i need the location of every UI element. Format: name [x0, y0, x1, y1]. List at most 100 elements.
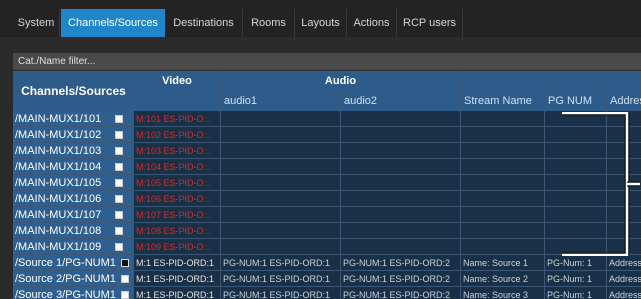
stream-name-cell[interactable]: [461, 207, 545, 223]
audio-header[interactable]: Audio: [221, 71, 461, 91]
tab-layouts[interactable]: Layouts: [295, 9, 347, 37]
audio1-cell[interactable]: [221, 143, 341, 159]
table-row[interactable]: /Source 2/PG-NUM1 M:1 ES-PID-ORD:1 PG-NUM:…: [13, 271, 641, 287]
audio1-cell[interactable]: [221, 111, 341, 127]
video-cell[interactable]: M:105 ES-PID-O...: [134, 175, 221, 191]
channel-name-cell[interactable]: /Source 3/PG-NUM1: [13, 287, 134, 299]
audio2-cell[interactable]: [341, 191, 461, 207]
row-select-checkbox[interactable]: [115, 179, 123, 187]
audio1-cell[interactable]: PG-NUM:1 ES-PID-ORD:1: [221, 287, 341, 299]
stream-name-cell[interactable]: Name: Source 1: [461, 255, 545, 271]
row-select-checkbox[interactable]: [115, 163, 123, 171]
video-cell[interactable]: M:1 ES-PID-ORD:1: [134, 271, 221, 287]
pg-num-cell[interactable]: [545, 239, 607, 255]
channel-name-cell[interactable]: /MAIN-MUX1/107: [13, 207, 134, 223]
audio2-cell[interactable]: [341, 159, 461, 175]
audio1-cell[interactable]: [221, 127, 341, 143]
pg-num-cell[interactable]: [545, 207, 607, 223]
audio1-cell[interactable]: PG-NUM:1 ES-PID-ORD:1: [221, 271, 341, 287]
table-row[interactable]: /MAIN-MUX1/109 M:109 ES-PID-O...: [13, 239, 641, 255]
stream-name-cell[interactable]: [461, 159, 545, 175]
video-cell[interactable]: M:1 ES-PID-ORD:1: [134, 255, 221, 271]
address-cell[interactable]: [607, 191, 641, 207]
stream-name-cell[interactable]: [461, 175, 545, 191]
pg-num-cell[interactable]: [545, 191, 607, 207]
row-select-checkbox[interactable]: [115, 227, 123, 235]
channel-name-cell[interactable]: /MAIN-MUX1/106: [13, 191, 134, 207]
audio2-cell[interactable]: [341, 223, 461, 239]
stream-name-cell[interactable]: [461, 143, 545, 159]
address-cell[interactable]: [607, 175, 641, 191]
stream-name-cell[interactable]: Name: Source 3: [461, 287, 545, 299]
name-filter-input[interactable]: Cat./Name filter...: [13, 53, 641, 70]
audio2-cell[interactable]: [341, 207, 461, 223]
video-cell[interactable]: M:106 ES-PID-O...: [134, 191, 221, 207]
audio2-cell[interactable]: PG-NUM:1 ES-PID-ORD:2: [341, 255, 461, 271]
pg-num-cell[interactable]: [545, 111, 607, 127]
table-row[interactable]: /MAIN-MUX1/105 M:105 ES-PID-O...: [13, 175, 641, 191]
table-row[interactable]: /Source 1/PG-NUM1 M:1 ES-PID-ORD:1 PG-NUM:…: [13, 255, 641, 271]
stream-name-cell[interactable]: [461, 191, 545, 207]
row-select-checkbox[interactable]: [115, 195, 123, 203]
audio2-header[interactable]: audio2: [341, 91, 461, 111]
tab-destinations[interactable]: Destinations: [165, 9, 243, 37]
address-cell[interactable]: [607, 223, 641, 239]
address-cell[interactable]: [607, 159, 641, 175]
audio1-cell[interactable]: [221, 239, 341, 255]
table-row[interactable]: /MAIN-MUX1/102 M:102 ES-PID-O...: [13, 127, 641, 143]
table-row[interactable]: /MAIN-MUX1/106 M:106 ES-PID-O...: [13, 191, 641, 207]
address-cell[interactable]: [607, 239, 641, 255]
audio2-cell[interactable]: [341, 175, 461, 191]
audio1-cell[interactable]: [221, 207, 341, 223]
stream-name-cell[interactable]: [461, 127, 545, 143]
video-header[interactable]: Video: [134, 71, 221, 91]
address-cell[interactable]: Address: [607, 271, 641, 287]
stream-name-header[interactable]: Stream Name: [461, 91, 545, 111]
audio1-cell[interactable]: [221, 191, 341, 207]
video-cell[interactable]: M:102 ES-PID-O...: [134, 127, 221, 143]
pg-num-cell[interactable]: [545, 159, 607, 175]
audio1-cell[interactable]: [221, 223, 341, 239]
video-cell[interactable]: M:108 ES-PID-O...: [134, 223, 221, 239]
video-cell[interactable]: M:101 ES-PID-O...: [134, 111, 221, 127]
table-row[interactable]: /MAIN-MUX1/107 M:107 ES-PID-O...: [13, 207, 641, 223]
audio2-cell[interactable]: PG-NUM:1 ES-PID-ORD:2: [341, 287, 461, 299]
stream-name-cell[interactable]: [461, 111, 545, 127]
pg-num-cell[interactable]: [545, 223, 607, 239]
tab-actions[interactable]: Actions: [347, 9, 397, 37]
row-select-checkbox[interactable]: [121, 291, 129, 299]
table-row[interactable]: /MAIN-MUX1/108 M:108 ES-PID-O...: [13, 223, 641, 239]
row-select-checkbox[interactable]: [115, 147, 123, 155]
address-cell[interactable]: [607, 111, 641, 127]
row-select-checkbox[interactable]: [115, 211, 123, 219]
audio2-cell[interactable]: [341, 127, 461, 143]
audio2-cell[interactable]: [341, 111, 461, 127]
tab-channels-sources[interactable]: Channels/Sources: [61, 9, 165, 37]
row-select-checkbox[interactable]: [121, 275, 129, 283]
address-cell[interactable]: [607, 143, 641, 159]
row-select-checkbox[interactable]: [115, 115, 123, 123]
video-cell[interactable]: M:109 ES-PID-O...: [134, 239, 221, 255]
audio2-cell[interactable]: [341, 239, 461, 255]
pg-num-cell[interactable]: [545, 143, 607, 159]
channel-name-cell[interactable]: /MAIN-MUX1/105: [13, 175, 134, 191]
address-cell[interactable]: Address: [607, 255, 641, 271]
channel-name-cell[interactable]: /MAIN-MUX1/101: [13, 111, 134, 127]
stream-name-cell[interactable]: Name: Source 2: [461, 271, 545, 287]
tab-rcp-users[interactable]: RCP users: [397, 9, 463, 37]
video-cell[interactable]: M:103 ES-PID-O...: [134, 143, 221, 159]
channel-name-cell[interactable]: /MAIN-MUX1/108: [13, 223, 134, 239]
audio1-cell[interactable]: PG-NUM:1 ES-PID-ORD:1: [221, 255, 341, 271]
audio1-header[interactable]: audio1: [221, 91, 341, 111]
channel-name-cell[interactable]: /MAIN-MUX1/104: [13, 159, 134, 175]
channel-name-cell[interactable]: /MAIN-MUX1/103: [13, 143, 134, 159]
row-select-checkbox[interactable]: [115, 243, 123, 251]
audio1-cell[interactable]: [221, 175, 341, 191]
address-cell[interactable]: [607, 127, 641, 143]
pg-num-cell[interactable]: [545, 127, 607, 143]
address-header[interactable]: Address: [607, 91, 641, 111]
row-select-checkbox[interactable]: [121, 259, 129, 267]
channel-name-cell[interactable]: /MAIN-MUX1/102: [13, 127, 134, 143]
channels-sources-header[interactable]: Channels/Sources: [13, 71, 134, 111]
audio1-cell[interactable]: [221, 159, 341, 175]
